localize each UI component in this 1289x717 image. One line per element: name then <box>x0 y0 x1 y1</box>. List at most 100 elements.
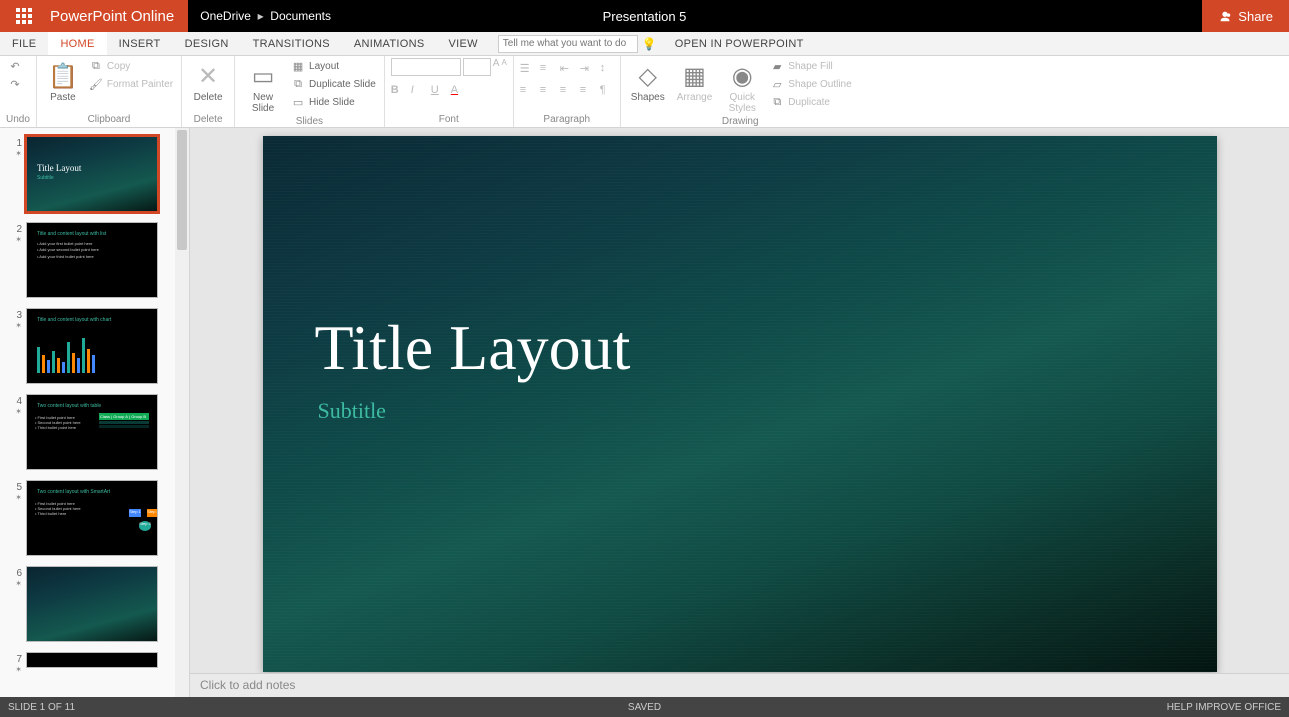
slide-thumbnail-3[interactable]: Title and content layout with chart <box>26 308 158 384</box>
shape-outline-icon: ▱ <box>770 77 784 91</box>
layout-button[interactable]: ▦Layout <box>289 58 378 74</box>
ribbon-group-label: Clipboard <box>43 114 175 127</box>
slide-thumbnail-7[interactable] <box>26 652 158 668</box>
arrange-button[interactable]: ▦ Arrange <box>673 58 717 105</box>
breadcrumb-root[interactable]: OneDrive <box>200 9 251 23</box>
bullets-button[interactable]: ☰ <box>520 62 534 76</box>
rtl-button[interactable]: ¶ <box>600 84 614 98</box>
delete-icon: ✕ <box>192 60 224 92</box>
copy-button[interactable]: ⧉Copy <box>87 58 175 74</box>
align-right-button[interactable]: ≡ <box>560 84 574 98</box>
undo-button[interactable]: ↶ <box>6 58 24 74</box>
ribbon-group-undo: ↶ ↷ Undo <box>0 56 37 127</box>
tab-view[interactable]: VIEW <box>436 32 489 55</box>
thumbnail-number: 3 <box>4 308 26 321</box>
increase-font-icon[interactable]: A <box>493 58 500 76</box>
indent-decrease-button[interactable]: ⇤ <box>560 62 574 76</box>
tab-design[interactable]: DESIGN <box>173 32 241 55</box>
breadcrumb-folder[interactable]: Documents <box>270 9 331 23</box>
slide-title-placeholder[interactable]: Title Layout <box>315 311 631 385</box>
thumbnail-row: 7 ✶ <box>4 652 185 674</box>
duplicate-shape-button[interactable]: ⧉Duplicate <box>768 94 853 110</box>
slide-thumbnail-4[interactable]: Two content layout with table • First bu… <box>26 394 158 470</box>
paste-icon: 📋 <box>47 60 79 92</box>
document-title[interactable]: Presentation 5 <box>603 9 687 24</box>
shapes-icon: ◇ <box>632 60 664 92</box>
thumbnail-number: 5 <box>4 480 26 493</box>
ribbon-group-font: A A B I U A Font <box>385 56 514 127</box>
slide-thumbnail-1[interactable]: Title Layout Subtitle <box>26 136 158 212</box>
slide-thumbnail-6[interactable] <box>26 566 158 642</box>
app-launcher-button[interactable] <box>0 0 48 32</box>
scrollbar-thumb[interactable] <box>177 130 187 250</box>
tab-file[interactable]: FILE <box>0 32 48 55</box>
shape-fill-button[interactable]: ▰Shape Fill <box>768 58 853 74</box>
duplicate-icon: ⧉ <box>291 77 305 91</box>
tell-me-input[interactable] <box>498 35 638 53</box>
align-justify-button[interactable]: ≡ <box>580 84 594 98</box>
new-slide-icon: ▭ <box>247 60 279 92</box>
format-painter-icon: 🖌 <box>89 77 103 91</box>
decrease-font-icon[interactable]: A <box>501 58 506 76</box>
duplicate-slide-button[interactable]: ⧉Duplicate Slide <box>289 76 378 92</box>
thumbnail-row: 3 ✶ Title and content layout with chart <box>4 308 185 384</box>
underline-button[interactable]: U <box>431 84 445 98</box>
undo-icon: ↶ <box>8 59 22 73</box>
status-slide-count: SLIDE 1 OF 11 <box>8 702 75 713</box>
status-saved: SAVED <box>628 702 661 713</box>
font-size-select[interactable] <box>463 58 491 76</box>
new-slide-button[interactable]: ▭ New Slide <box>241 58 285 116</box>
redo-button[interactable]: ↷ <box>6 76 24 92</box>
notes-pane[interactable]: Click to add notes <box>190 673 1289 697</box>
thumbnail-row: 5 ✶ Two content layout with SmartArt • F… <box>4 480 185 556</box>
ribbon-group-paragraph: ☰ ≡ ⇤ ⇥ ↕ ≡ ≡ ≡ ≡ ¶ Paragraph <box>514 56 621 127</box>
tab-animations[interactable]: ANIMATIONS <box>342 32 437 55</box>
ribbon-group-slides: ▭ New Slide ▦Layout ⧉Duplicate Slide ▭Hi… <box>235 56 385 127</box>
tab-transitions[interactable]: TRANSITIONS <box>241 32 342 55</box>
slide-thumbnails-panel[interactable]: 1 ✶ Title Layout Subtitle 2 ✶ Title and … <box>0 128 190 697</box>
slide-thumbnail-2[interactable]: Title and content layout with list • Add… <box>26 222 158 298</box>
layout-icon: ▦ <box>291 59 305 73</box>
slide-subtitle-placeholder[interactable]: Subtitle <box>318 398 386 424</box>
share-button[interactable]: Share <box>1202 0 1289 32</box>
paste-button[interactable]: 📋 Paste <box>43 58 83 105</box>
tab-home[interactable]: HOME <box>48 32 106 55</box>
thumbnail-row: 6 ✶ <box>4 566 185 642</box>
tell-me-box: 💡 <box>498 32 657 55</box>
slide-canvas[interactable]: Title Layout Subtitle <box>263 136 1217 672</box>
shape-outline-button[interactable]: ▱Shape Outline <box>768 76 853 92</box>
delete-button[interactable]: ✕ Delete <box>188 58 228 105</box>
format-painter-button[interactable]: 🖌Format Painter <box>87 76 175 92</box>
indent-increase-button[interactable]: ⇥ <box>580 62 594 76</box>
thumbnails-scrollbar[interactable] <box>175 128 189 697</box>
open-in-powerpoint-button[interactable]: OPEN IN POWERPOINT <box>675 32 804 55</box>
tab-insert[interactable]: INSERT <box>107 32 173 55</box>
align-center-button[interactable]: ≡ <box>540 84 554 98</box>
thumbnail-number: 4 <box>4 394 26 407</box>
thumbnail-number: 2 <box>4 222 26 235</box>
italic-button[interactable]: I <box>411 84 425 98</box>
ribbon-group-delete: ✕ Delete Delete <box>182 56 235 127</box>
font-family-select[interactable] <box>391 58 461 76</box>
quick-styles-button[interactable]: ◉ Quick Styles <box>720 58 764 116</box>
slide-thumbnail-5[interactable]: Two content layout with SmartArt • First… <box>26 480 158 556</box>
shapes-button[interactable]: ◇ Shapes <box>627 58 669 105</box>
waffle-icon <box>16 8 32 24</box>
redo-icon: ↷ <box>8 77 22 91</box>
breadcrumb[interactable]: OneDrive ▸ Documents <box>200 9 331 23</box>
font-color-button[interactable]: A <box>451 84 465 98</box>
ribbon-group-label: Delete <box>188 114 228 127</box>
hide-icon: ▭ <box>291 95 305 109</box>
align-left-button[interactable]: ≡ <box>520 84 534 98</box>
shape-fill-icon: ▰ <box>770 59 784 73</box>
numbering-button[interactable]: ≡ <box>540 62 554 76</box>
status-help-improve[interactable]: HELP IMPROVE OFFICE <box>1167 702 1281 713</box>
thumbnail-row: 1 ✶ Title Layout Subtitle <box>4 136 185 212</box>
text-direction-button[interactable]: ↕ <box>600 62 614 76</box>
ribbon-group-clipboard: 📋 Paste ⧉Copy 🖌Format Painter Clipboard <box>37 56 182 127</box>
bold-button[interactable]: B <box>391 84 405 98</box>
hide-slide-button[interactable]: ▭Hide Slide <box>289 94 378 110</box>
thumbnail-number: 6 <box>4 566 26 579</box>
ribbon-group-label: Undo <box>6 114 30 127</box>
app-name: PowerPoint Online <box>48 0 188 32</box>
